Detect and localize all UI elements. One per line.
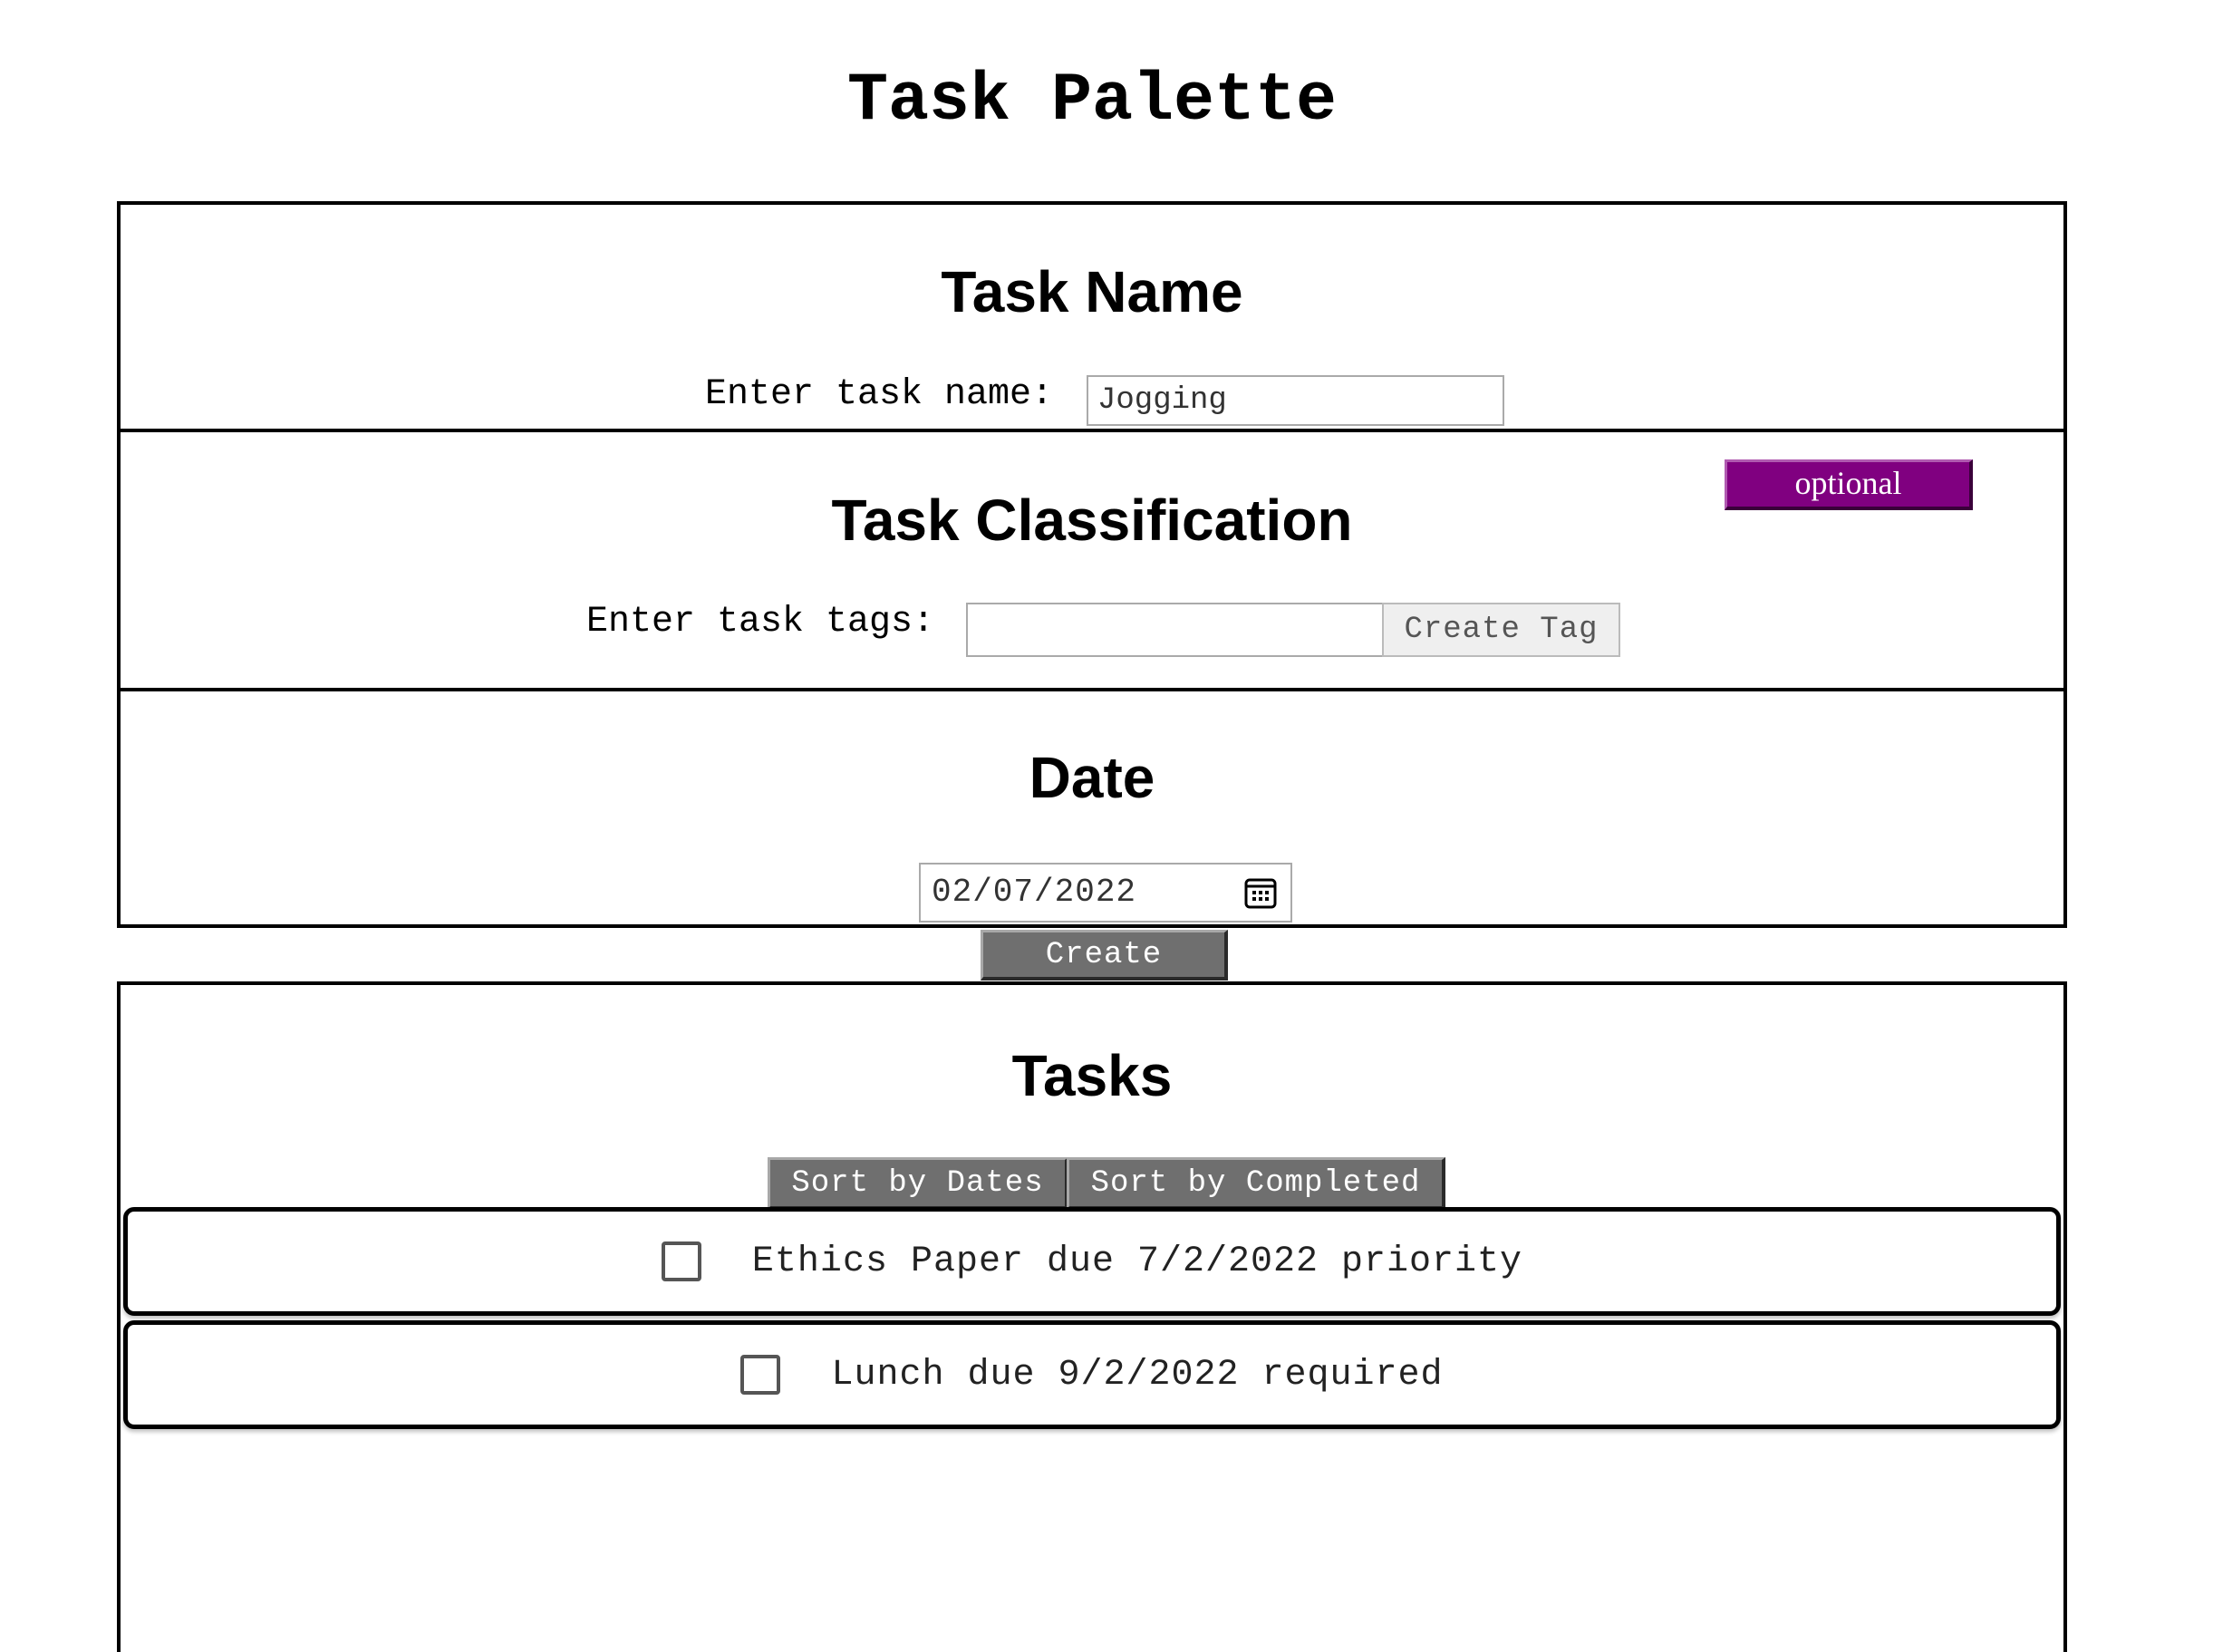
- create-tag-button[interactable]: Create Tag: [1382, 603, 1620, 657]
- tasks-section: Tasks Sort by Dates Sort by Completed: [117, 981, 2067, 1652]
- task-item: Lunch due 9/2/2022 required: [123, 1320, 2061, 1429]
- sort-by-dates-button[interactable]: Sort by Dates: [768, 1157, 1068, 1210]
- app-title: Task Palette: [846, 63, 1338, 140]
- sort-by-completed-button[interactable]: Sort by Completed: [1067, 1157, 1445, 1210]
- task-text: Lunch due 9/2/2022 required: [831, 1354, 1444, 1396]
- task-checkbox[interactable]: [740, 1355, 781, 1395]
- date-input[interactable]: 02/07/2022: [919, 863, 1292, 923]
- date-section: Date 02/07/2022: [117, 688, 2067, 928]
- task-name-label: Enter task name:: [705, 374, 1054, 415]
- task-name-section: Task Name Enter task name:: [117, 201, 2067, 432]
- task-checkbox[interactable]: [661, 1241, 701, 1281]
- task-text: Ethics Paper due 7/2/2022 priority: [751, 1241, 1523, 1282]
- task-name-heading: Task Name: [941, 259, 1243, 324]
- date-value: 02/07/2022: [932, 874, 1137, 911]
- create-button[interactable]: Create: [981, 930, 1228, 981]
- tasks-heading: Tasks: [1011, 1043, 1173, 1108]
- task-classification-section: optional Task Classification Enter task …: [117, 429, 2067, 691]
- date-heading: Date: [1029, 745, 1155, 810]
- task-tags-input[interactable]: [966, 603, 1384, 657]
- task-classification-heading: Task Classification: [831, 488, 1353, 553]
- task-item: Ethics Paper due 7/2/2022 priority: [123, 1207, 2061, 1316]
- task-name-input[interactable]: [1087, 375, 1504, 426]
- calendar-icon[interactable]: [1243, 875, 1278, 910]
- task-tags-label: Enter task tags:: [586, 602, 935, 642]
